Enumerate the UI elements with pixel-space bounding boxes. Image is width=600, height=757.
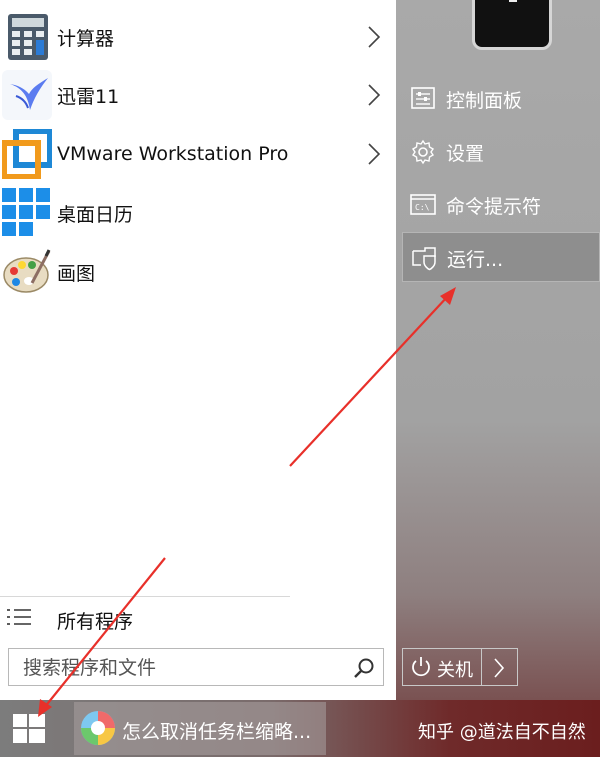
search-box[interactable] xyxy=(8,648,384,686)
app-item-paint[interactable]: 画图 xyxy=(0,243,396,301)
app-label: 桌面日历 xyxy=(57,203,134,226)
calculator-icon xyxy=(8,14,48,60)
chevron-right-icon[interactable] xyxy=(366,141,382,167)
search-icon[interactable] xyxy=(353,657,375,679)
shutdown-button[interactable]: 关机 xyxy=(402,648,482,686)
user-picture-mark xyxy=(509,0,517,2)
menu-item-label: 命令提示符 xyxy=(446,196,542,218)
gear-icon xyxy=(412,139,434,165)
menu-item-label: 设置 xyxy=(446,143,485,165)
app-label: VMware Workstation Pro xyxy=(57,143,289,165)
shutdown-label: 关机 xyxy=(437,660,473,681)
shutdown-options-button[interactable] xyxy=(482,648,518,686)
menu-item-label: 控制面板 xyxy=(446,90,523,112)
command-prompt-icon: C:\ xyxy=(410,194,436,215)
menu-item-run[interactable]: 运行... xyxy=(402,232,600,282)
menu-item-settings[interactable]: 设置 xyxy=(402,127,600,177)
windows-logo-icon xyxy=(13,714,45,743)
app-item-xunlei[interactable]: 迅雷11 xyxy=(0,66,396,124)
vmware-icon xyxy=(2,129,52,179)
taskbar: 怎么取消任务栏缩略... 知乎 @道法自不自然 xyxy=(0,700,600,757)
chevron-right-icon[interactable] xyxy=(366,24,382,50)
start-menu-left-pane: 计算器 迅雷11 VMware Workstation Pro 桌面日历 画图 … xyxy=(0,0,396,700)
all-programs-button[interactable]: 所有程序 xyxy=(0,596,396,640)
power-icon xyxy=(412,657,430,677)
watermark-text: 知乎 @道法自不自然 xyxy=(418,722,586,743)
menu-item-label: 运行... xyxy=(447,249,504,271)
all-programs-label: 所有程序 xyxy=(57,611,134,633)
browser-colorful-icon xyxy=(81,711,115,745)
list-icon xyxy=(7,609,31,625)
chevron-right-icon[interactable] xyxy=(366,82,382,108)
user-picture[interactable] xyxy=(472,0,552,50)
app-item-vmware[interactable]: VMware Workstation Pro xyxy=(0,125,396,183)
control-panel-icon xyxy=(411,87,435,109)
chevron-right-icon xyxy=(494,658,505,678)
paint-palette-icon xyxy=(3,249,51,293)
app-label: 计算器 xyxy=(57,27,115,50)
start-button[interactable] xyxy=(0,700,62,757)
app-item-desktop-calendar[interactable]: 桌面日历 xyxy=(0,184,396,242)
menu-item-control-panel[interactable]: 控制面板 xyxy=(402,74,600,124)
search-input[interactable] xyxy=(21,653,345,683)
menu-item-command-prompt[interactable]: C:\ 命令提示符 xyxy=(402,180,600,230)
taskbar-item-label: 怎么取消任务栏缩略... xyxy=(122,721,312,743)
desktop-calendar-icon xyxy=(2,188,50,236)
xunlei-bird-icon xyxy=(2,70,52,120)
taskbar-item-browser[interactable]: 怎么取消任务栏缩略... xyxy=(74,702,326,755)
svg-text:C:\: C:\ xyxy=(415,203,430,212)
app-label: 画图 xyxy=(57,262,96,285)
app-label: 迅雷11 xyxy=(57,85,120,108)
app-item-calculator[interactable]: 计算器 xyxy=(0,8,396,66)
run-icon xyxy=(412,247,436,271)
